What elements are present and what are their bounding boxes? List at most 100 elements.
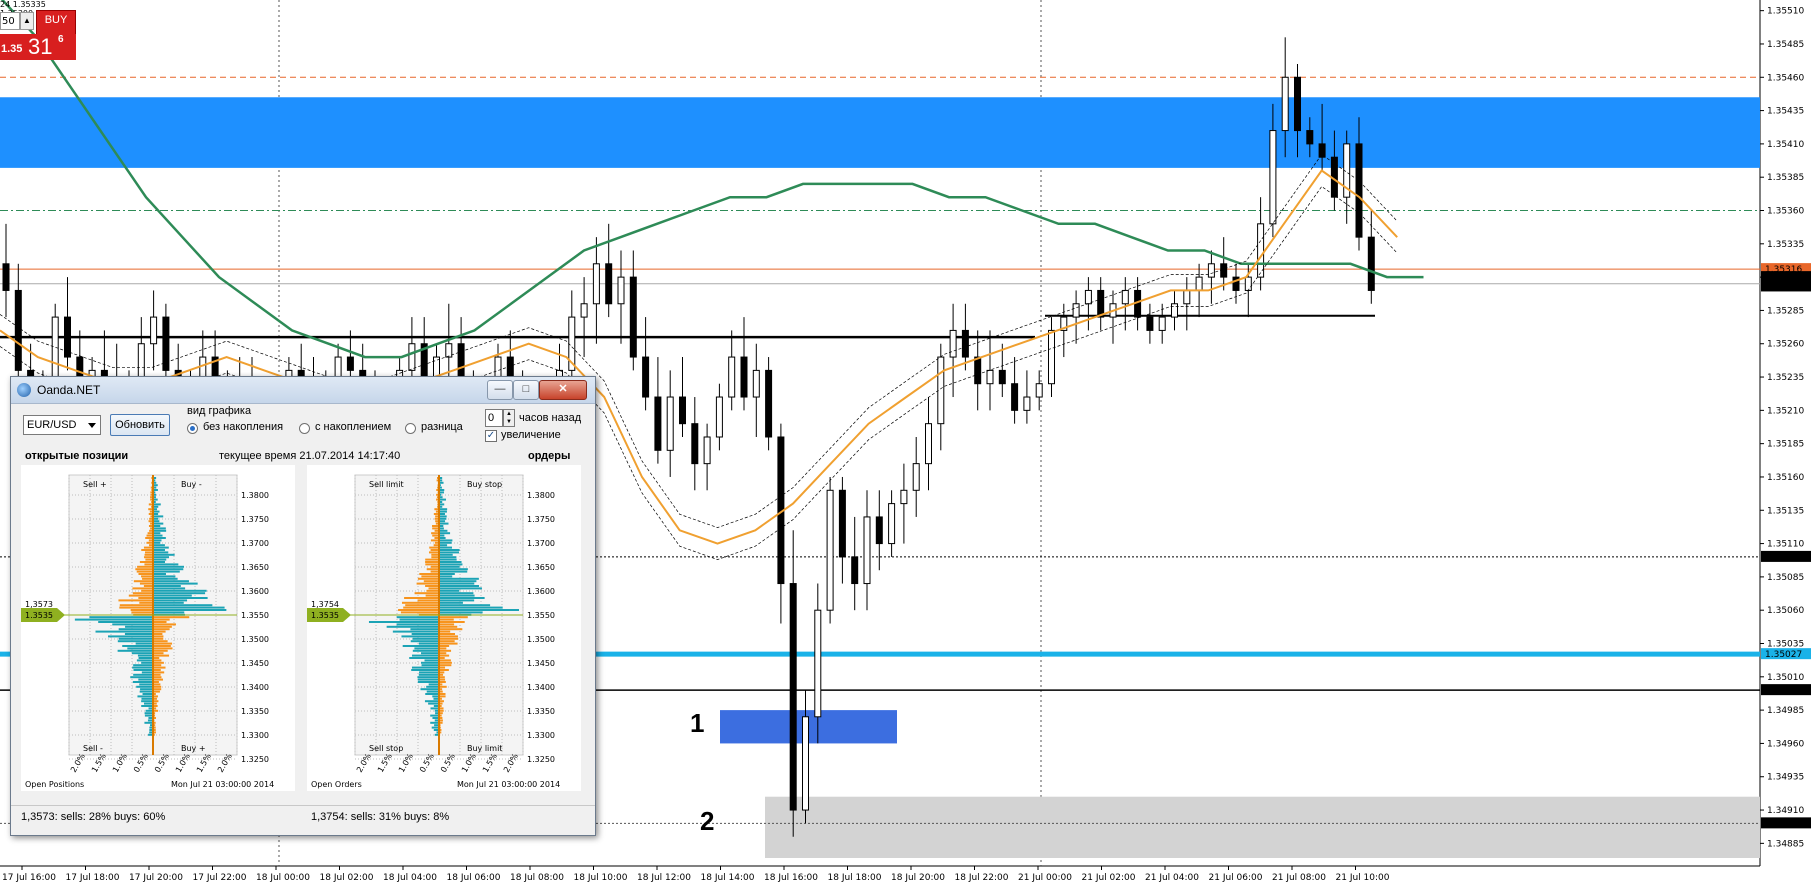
bar-left <box>432 527 439 530</box>
bar-left <box>419 573 439 575</box>
bar-left <box>414 647 439 650</box>
bar-left <box>74 618 153 621</box>
bar-left <box>138 678 153 681</box>
bar-right <box>153 685 162 688</box>
hours-spinner[interactable]: ▲ ▼ <box>503 409 515 427</box>
bar-left <box>425 563 439 566</box>
bar-left <box>136 685 153 688</box>
bar-left <box>425 561 439 563</box>
candle-body <box>691 423 699 465</box>
price-tick: 1.3650 <box>241 563 269 572</box>
bar-left <box>392 630 439 633</box>
candle-body <box>1306 130 1314 145</box>
bar-right <box>439 546 452 549</box>
bar-left <box>426 685 439 688</box>
candle-body <box>1146 316 1154 331</box>
price-tick-label: 1.35010 <box>1767 673 1804 683</box>
window-titlebar[interactable]: Oanda.NET — □ ✕ <box>11 377 595 404</box>
bar-left <box>432 695 439 698</box>
bar-left <box>431 532 439 535</box>
quadrant-bottom-right: Buy limit <box>467 744 502 753</box>
price-tick-label: 1.35260 <box>1767 340 1804 350</box>
time-tick-label: 18 Jul 20:00 <box>891 873 945 883</box>
price-tick: 1.3500 <box>241 635 269 644</box>
bar-left <box>412 637 439 640</box>
bar-left <box>124 633 153 635</box>
price-tick: 1.3750 <box>527 515 555 524</box>
bar-right <box>439 659 451 662</box>
price-tick: 1.3400 <box>241 683 269 692</box>
oanda-window[interactable]: Oanda.NET — □ ✕ EUR/USD Обновить вид гра… <box>10 376 596 836</box>
price-tick-label: 1.35235 <box>1767 373 1804 383</box>
candle-body <box>974 356 982 385</box>
bar-left <box>418 642 439 645</box>
time-tick-label: 18 Jul 10:00 <box>574 873 628 883</box>
annotation-2: 2 <box>700 806 715 836</box>
bar-left <box>133 664 153 667</box>
refresh-button[interactable]: Обновить <box>110 414 170 436</box>
bar-right <box>153 565 184 568</box>
price-label-text: 1.35027 <box>1765 650 1802 660</box>
bar-right <box>153 597 208 599</box>
price-tick-label: 1.34985 <box>1767 706 1804 716</box>
bar-left <box>396 623 439 626</box>
price-tick: 1.3700 <box>527 539 555 548</box>
ma-slow-line <box>0 0 1424 359</box>
pair-select[interactable]: EUR/USD <box>23 415 101 435</box>
bar-left <box>401 635 439 638</box>
price-tick-label: 1.35435 <box>1767 107 1804 117</box>
maximize-button[interactable]: □ <box>513 380 539 400</box>
bar-right <box>153 556 170 559</box>
open-positions-chart[interactable]: 1.3800 1.3750 1.3700 1.3650 1.3600 1.3550 1.35… <box>21 465 295 791</box>
bar-right <box>439 630 451 633</box>
candle-body <box>51 316 59 385</box>
bar-left <box>421 664 439 667</box>
bar-right <box>153 503 161 506</box>
minimize-button[interactable]: — <box>487 380 513 400</box>
zoom-checkbox[interactable]: ✓ <box>485 430 497 442</box>
bar-right <box>439 558 457 561</box>
bar-right <box>153 621 167 623</box>
bar-left <box>420 661 439 664</box>
hours-ago-input[interactable]: 0 <box>485 409 503 427</box>
bar-right <box>153 594 192 597</box>
bar-right <box>153 544 165 547</box>
bar-left <box>419 671 439 674</box>
candle-body <box>1294 76 1301 132</box>
bar-left <box>138 657 153 659</box>
bar-left <box>133 673 153 676</box>
radio-accumulation[interactable] <box>299 423 310 434</box>
bar-right <box>439 661 452 664</box>
open-positions-title: открытые позиции <box>25 450 129 462</box>
candle-body <box>679 396 686 425</box>
bar-right <box>153 573 166 575</box>
candle-body <box>666 396 674 451</box>
bar-right <box>439 635 458 638</box>
bar-right <box>439 575 453 578</box>
lot-spinner[interactable]: ▲ <box>20 12 34 30</box>
radio-difference[interactable] <box>405 423 416 434</box>
bar-left <box>400 611 439 614</box>
bar-left <box>141 705 153 707</box>
bar-left <box>118 628 153 631</box>
candle-body <box>580 303 588 318</box>
bar-right <box>153 599 188 602</box>
chevron-down-icon <box>88 423 96 428</box>
bar-right <box>153 532 161 535</box>
bar-right <box>153 611 185 614</box>
price-tick: 1.3450 <box>241 659 269 668</box>
time-tick-label: 21 Jul 02:00 <box>1082 873 1136 883</box>
bar-left <box>138 573 153 575</box>
close-button[interactable]: ✕ <box>539 380 587 400</box>
open-orders-chart[interactable]: 1.3800 1.3750 1.3700 1.3650 1.3600 1.3550 1.35… <box>307 465 581 791</box>
radio-no-accumulation[interactable] <box>187 423 198 434</box>
buy-price-main: 31 <box>28 34 53 59</box>
zoom-label: увеличение <box>501 429 561 441</box>
buy-price[interactable]: 1.35 31 6 <box>0 34 76 60</box>
bar-right <box>153 589 207 592</box>
lot-size-input[interactable]: 50 <box>0 12 20 30</box>
bar-right <box>439 573 455 575</box>
candle-body <box>1171 303 1178 318</box>
price-tick: 1.3550 <box>527 611 555 620</box>
status-bar: 1,3573: sells: 28% buys: 60% 1,3754: sel… <box>11 805 595 828</box>
